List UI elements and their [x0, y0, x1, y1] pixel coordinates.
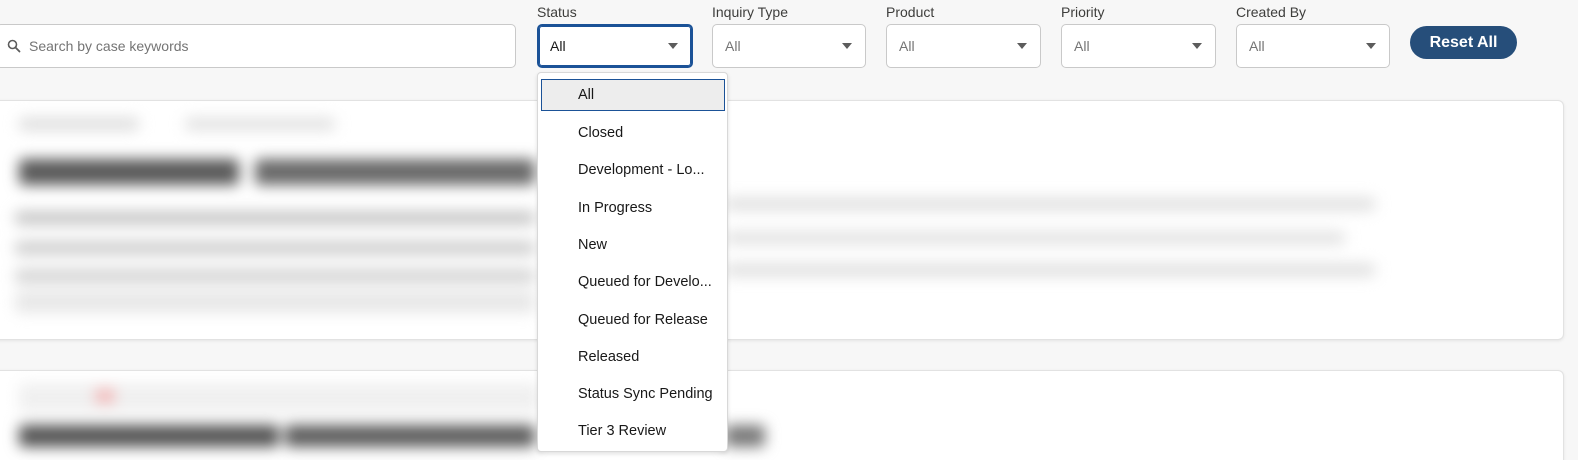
inquiry-type-select[interactable]: All	[712, 24, 866, 68]
case-list-page: Status All Inquiry Type All Product All …	[0, 0, 1578, 460]
case-card[interactable]	[0, 100, 1564, 340]
chevron-down-icon	[1016, 42, 1028, 50]
reset-all-button[interactable]: Reset All	[1410, 26, 1517, 59]
chevron-down-icon	[1191, 42, 1203, 50]
search-field[interactable]	[0, 24, 516, 68]
status-select-value: All	[550, 38, 566, 54]
inquiry-type-select-value: All	[725, 38, 741, 54]
chevron-down-icon	[667, 42, 679, 50]
created-by-select[interactable]: All	[1236, 24, 1390, 68]
search-input[interactable]	[29, 38, 469, 54]
status-filter-label: Status	[537, 4, 577, 20]
status-option-development[interactable]: Development - Lo...	[541, 154, 725, 186]
status-option-released[interactable]: Released	[541, 341, 725, 373]
status-select[interactable]: All	[537, 24, 693, 68]
status-option-queued-for-development[interactable]: Queued for Develo...	[541, 266, 725, 298]
chevron-down-icon	[841, 42, 853, 50]
redacted-case-content	[0, 371, 1563, 460]
status-dropdown-menu: All Closed Development - Lo... In Progre…	[537, 72, 728, 452]
product-select-value: All	[899, 38, 915, 54]
status-option-in-progress[interactable]: In Progress	[541, 192, 725, 224]
inquiry-type-filter-label: Inquiry Type	[712, 4, 789, 20]
chevron-down-icon	[1365, 42, 1377, 50]
status-option-tier-3-review[interactable]: Tier 3 Review	[541, 415, 725, 447]
created-by-select-value: All	[1249, 38, 1265, 54]
status-option-status-sync-pending[interactable]: Status Sync Pending	[541, 378, 725, 410]
priority-filter-label: Priority	[1061, 4, 1105, 20]
status-option-queued-for-release[interactable]: Queued for Release	[541, 304, 725, 336]
created-by-filter-label: Created By	[1236, 4, 1307, 20]
priority-select[interactable]: All	[1061, 24, 1216, 68]
status-option-all[interactable]: All	[541, 79, 725, 111]
priority-select-value: All	[1074, 38, 1090, 54]
status-option-closed[interactable]: Closed	[541, 117, 725, 149]
product-select[interactable]: All	[886, 24, 1041, 68]
status-option-new[interactable]: New	[541, 229, 725, 261]
case-card[interactable]	[0, 370, 1564, 460]
redacted-case-content	[0, 101, 1563, 339]
search-icon	[7, 39, 21, 53]
product-filter-label: Product	[886, 4, 935, 20]
